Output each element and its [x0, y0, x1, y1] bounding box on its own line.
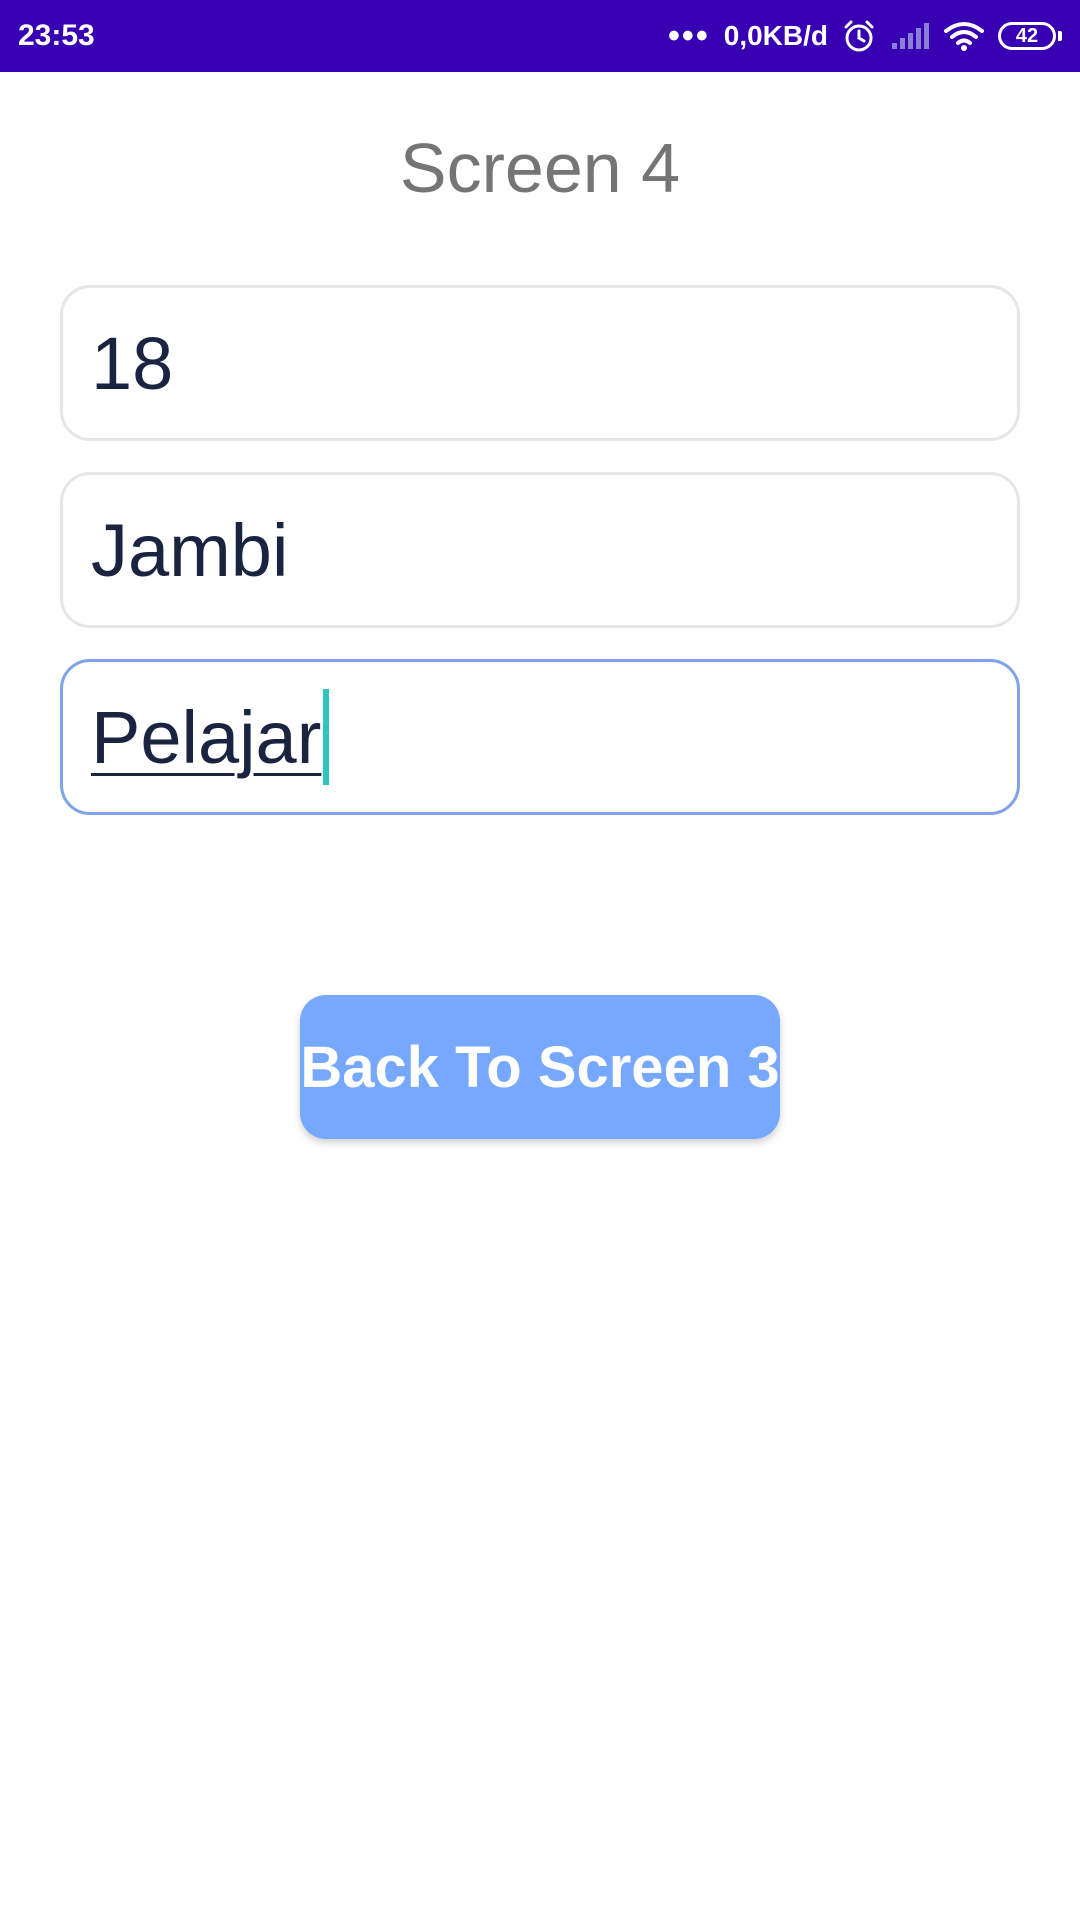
wifi-icon — [944, 21, 984, 51]
occupation-field[interactable]: Pelajar — [60, 659, 1020, 815]
city-field-value: Jambi — [91, 508, 289, 592]
battery-icon: 42 — [998, 22, 1062, 50]
alarm-icon — [842, 19, 876, 53]
signal-icon — [890, 21, 930, 51]
back-to-screen-3-button[interactable]: Back To Screen 3 — [300, 995, 780, 1139]
more-notifications-icon: ••• — [668, 17, 710, 55]
status-bar: 23:53 ••• 0,0KB/d 42 — [0, 0, 1080, 72]
page-title: Screen 4 — [399, 129, 681, 207]
status-time: 23:53 — [18, 19, 95, 52]
occupation-field-value: Pelajar — [91, 695, 322, 779]
status-icons: ••• 0,0KB/d 42 — [668, 19, 1062, 53]
battery-level: 42 — [1015, 24, 1039, 47]
network-speed: 0,0KB/d — [723, 20, 828, 51]
age-field-value: 18 — [91, 321, 174, 405]
age-field[interactable]: 18 — [60, 285, 1020, 441]
text-cursor — [323, 689, 330, 785]
city-field[interactable]: Jambi — [60, 472, 1020, 628]
